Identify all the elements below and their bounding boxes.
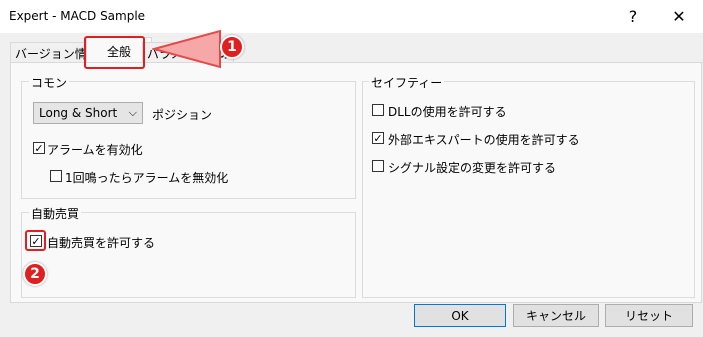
common-group-label: コモン <box>29 74 70 91</box>
position-label: ポジション <box>152 108 213 122</box>
allow-external-experts-label: 外部エキスパートの使用を許可する <box>388 133 580 147</box>
auto-trading-group-label: 自動売買 <box>29 205 82 222</box>
close-button[interactable]: ✕ <box>656 0 702 33</box>
reset-button[interactable]: リセット <box>605 304 693 327</box>
disable-alert-after-one-label: 1回鳴ったらアラームを無効化 <box>65 171 229 185</box>
window-title: Expert - MACD Sample <box>9 9 146 23</box>
allow-dll-checkbox[interactable] <box>372 104 384 116</box>
allow-auto-trading-checkbox[interactable]: ✓ <box>30 235 42 247</box>
allow-external-experts-checkbox[interactable]: ✓ <box>372 132 384 144</box>
pointer-arrow-icon <box>152 29 221 69</box>
step-1-badge: 1 <box>220 35 244 59</box>
allow-signal-changes-checkbox[interactable] <box>372 160 384 172</box>
help-icon: ? <box>628 7 638 26</box>
highlight-box-tab <box>84 36 145 69</box>
ok-button[interactable]: OK <box>414 304 506 327</box>
allow-signal-changes-label: シグナル設定の変更を許可する <box>388 161 557 175</box>
allow-auto-trading-label: 自動売買を許可する <box>47 236 156 250</box>
safety-group-label: セイフティー <box>369 74 445 91</box>
enable-alerts-label: アラームを有効化 <box>47 143 143 157</box>
close-icon: ✕ <box>672 7 686 26</box>
help-button[interactable]: ? <box>610 0 656 33</box>
disable-alert-after-one-checkbox[interactable] <box>50 170 62 182</box>
allow-dll-label: DLLの使用を許可する <box>388 105 507 119</box>
chevron-down-icon: ⌵ <box>128 106 137 119</box>
cancel-button[interactable]: キャンセル <box>513 304 599 327</box>
enable-alerts-checkbox[interactable]: ✓ <box>33 142 45 154</box>
step-2-badge: 2 <box>23 262 47 286</box>
position-select[interactable]: Long & Short ⌵ <box>33 102 143 124</box>
position-select-value: Long & Short <box>39 106 118 120</box>
auto-trading-group <box>21 212 356 298</box>
